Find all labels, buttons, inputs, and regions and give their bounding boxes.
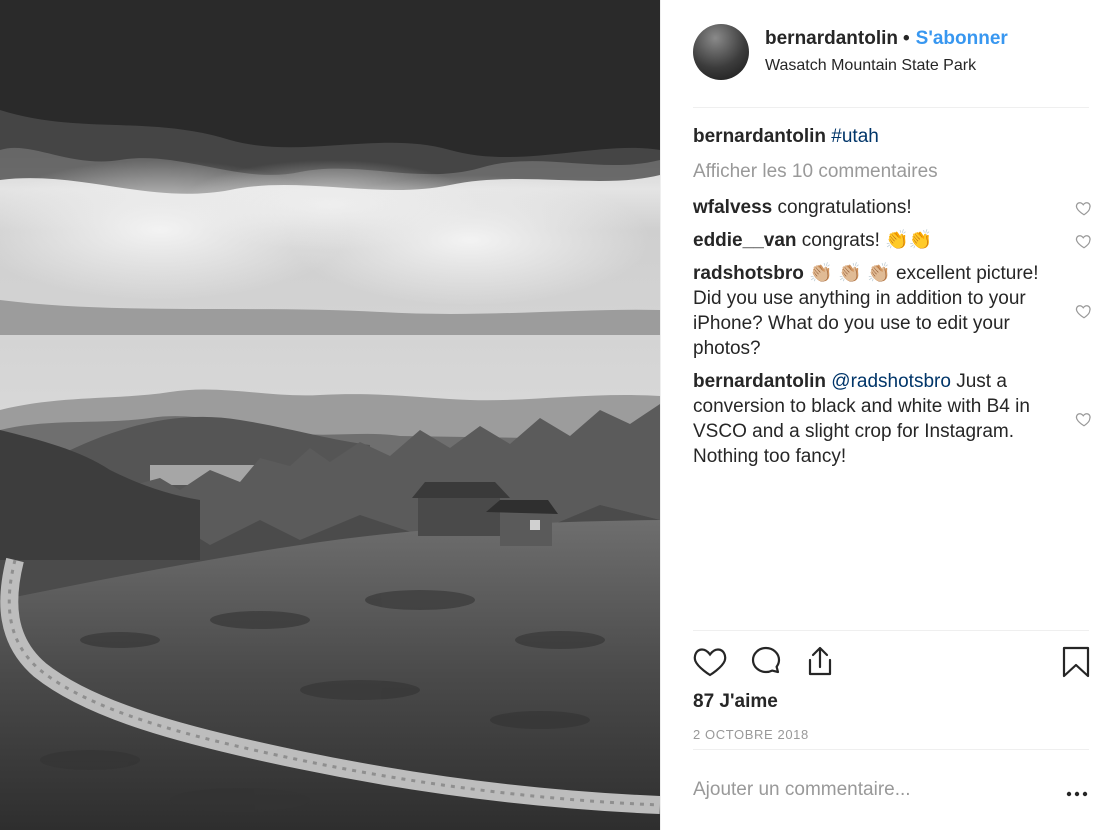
mention-link[interactable]: @radshotsbro <box>831 371 951 392</box>
heart-icon[interactable] <box>1075 410 1093 428</box>
bookmark-icon[interactable] <box>1059 645 1093 679</box>
hashtag-link[interactable]: #utah <box>831 126 879 147</box>
add-comment-input[interactable] <box>693 768 1033 812</box>
caption-username[interactable]: bernardantolin <box>693 126 826 147</box>
heart-icon[interactable] <box>1075 199 1093 217</box>
avatar[interactable] <box>693 24 749 80</box>
comment-text: congratulations! <box>777 197 912 218</box>
comment-text: congrats! 👏👏 <box>801 230 933 251</box>
landscape-photo <box>0 0 660 830</box>
comment-username[interactable]: bernardantolin <box>693 371 826 392</box>
comment-username[interactable]: eddie__van <box>693 230 797 251</box>
comment-item: wfalvess congratulations! <box>693 195 1093 220</box>
caption: bernardantolin #utah <box>693 124 1093 149</box>
comment-item: radshotsbro 👏🏼 👏🏼 👏🏼 excellent picture! … <box>693 261 1093 361</box>
comment-username[interactable]: wfalvess <box>693 197 772 218</box>
comments-section: bernardantolin #utah Afficher les 10 com… <box>693 124 1093 469</box>
comment-username[interactable]: radshotsbro <box>693 263 804 284</box>
more-options-icon[interactable] <box>1065 788 1089 800</box>
header-user-row: bernardantolin • S'abonner <box>765 28 1008 50</box>
header-username[interactable]: bernardantolin <box>765 28 898 49</box>
follow-button[interactable]: S'abonner <box>916 28 1008 49</box>
location-link[interactable]: Wasatch Mountain State Park <box>765 57 976 75</box>
share-icon[interactable] <box>803 645 837 679</box>
speech-bubble-icon[interactable] <box>749 645 783 679</box>
post-details-panel: bernardantolin • S'abonner Wasatch Mountai… <box>660 0 1120 830</box>
post-header: bernardantolin • S'abonner Wasatch Mountai… <box>693 24 1089 108</box>
heart-icon[interactable] <box>1075 302 1093 320</box>
post-actions: 87 J'aime 2 OCTOBRE 2018 <box>693 630 1090 750</box>
post-date: 2 OCTOBRE 2018 <box>693 727 809 742</box>
comment-item: bernardantolin @radshotsbro Just a conve… <box>693 369 1093 469</box>
comment-item: eddie__van congrats! 👏👏 <box>693 228 1093 253</box>
post-photo[interactable] <box>0 0 660 830</box>
likes-count[interactable]: 87 J'aime <box>693 691 778 713</box>
view-all-comments-link[interactable]: Afficher les 10 commentaires <box>693 159 1093 184</box>
heart-icon[interactable] <box>693 645 727 679</box>
heart-icon[interactable] <box>1075 232 1093 250</box>
separator-dot: • <box>903 28 910 49</box>
